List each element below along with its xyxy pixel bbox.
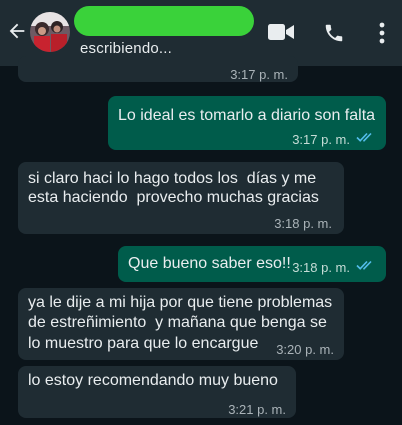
message-text: Lo ideal es tomarlo a diario son falta	[118, 107, 376, 124]
message-time: 3:18 p. m.	[292, 260, 350, 275]
message-bubble-incoming[interactable]: si claro haci lo hago todos los días y m…	[18, 162, 344, 234]
message-text-line: si claro haci lo hago todos los días y m…	[28, 170, 317, 187]
message-time: 3:20 p. m.	[276, 342, 334, 357]
voice-call-icon[interactable]	[323, 22, 345, 44]
typing-status: escribiendo...	[80, 40, 173, 57]
message-bubble-outgoing[interactable]: Lo ideal es tomarlo a diario son falta 3…	[108, 96, 386, 150]
message-time: 3:17 p. m.	[230, 67, 288, 82]
message-text-line: esta haciendo provecho muchas gracias	[28, 189, 319, 206]
message-text: Que bueno saber eso!!	[128, 255, 291, 272]
more-options-icon[interactable]	[376, 21, 388, 45]
message-text-line: ya le dije a mi hija por que tiene probl…	[28, 294, 333, 311]
message-time: 3:21 p. m.	[228, 402, 286, 417]
message-text-line: lo muestro para que lo encargue	[28, 335, 259, 352]
message-bubble-incoming[interactable]: lo estoy recomendando muy bueno 3:21 p. …	[18, 366, 296, 418]
contact-avatar[interactable]	[30, 12, 70, 52]
contact-name-redacted[interactable]	[74, 6, 254, 36]
read-receipt-icon	[356, 132, 372, 142]
message-bubble-incoming[interactable]: 3:17 p. m.	[18, 56, 298, 82]
message-bubble-outgoing[interactable]: Que bueno saber eso!! 3:18 p. m.	[118, 246, 386, 282]
message-time: 3:17 p. m.	[292, 132, 350, 147]
read-receipt-icon	[356, 260, 372, 270]
message-time: 3:18 p. m.	[274, 216, 332, 231]
message-text: lo estoy recomendando muy bueno	[28, 372, 278, 389]
message-text-line: de estreñimiento y mañana que benga se	[28, 314, 327, 331]
back-arrow-icon[interactable]	[6, 20, 28, 42]
message-bubble-incoming[interactable]: ya le dije a mi hija por que tiene probl…	[18, 288, 344, 360]
video-call-icon[interactable]	[268, 22, 294, 42]
